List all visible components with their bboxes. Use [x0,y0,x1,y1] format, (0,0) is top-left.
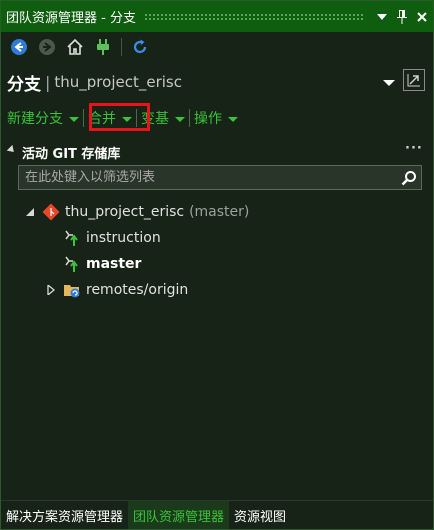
tree-repo-row[interactable]: thu_project_erisc (master) [1,200,433,224]
chevron-down-icon [383,80,395,86]
search-button[interactable] [397,166,421,189]
undock-button[interactable] [403,69,425,91]
active-repos-section-header[interactable]: 活动 GIT 存储库 ··· [1,141,433,163]
back-arrow-icon [11,39,27,55]
title-separator: | [45,72,51,92]
refresh-icon [133,39,147,54]
current-branch-label: (master) [189,204,250,220]
connect-button[interactable] [93,37,113,57]
pin-icon [397,9,407,24]
plug-icon [97,39,109,55]
home-icon [67,38,83,55]
remote-folder-icon [62,280,82,300]
refresh-button[interactable] [130,37,150,57]
repo-label: thu_project_erisc [65,204,185,220]
close-icon [417,11,427,22]
tree-branch-row[interactable]: master [1,252,433,276]
merge-highlight-box [89,103,150,131]
titlebar-grip[interactable] [143,13,365,20]
pin-button[interactable] [393,8,411,26]
undock-icon [407,74,420,87]
more-options-button[interactable]: ··· [405,141,423,156]
chevron-down-icon [69,116,79,122]
filter-input[interactable] [19,166,397,189]
close-button[interactable] [413,8,431,26]
action-separator [189,109,190,127]
search-icon [401,170,416,185]
repo-name: thu_project_erisc [54,73,182,91]
operations-label: 操作 [194,111,222,127]
navigation-toolbar [1,32,433,62]
operations-button[interactable]: 操作 [194,108,238,128]
page-header: 分支 | thu_project_erisc [1,64,433,100]
new-branch-label: 新建分支 [7,111,63,127]
collapse-triangle-icon[interactable] [6,144,17,155]
back-button[interactable] [9,37,29,57]
window-dropdown-button[interactable] [373,8,391,26]
branch-actions-bar: 新建分支 合并 变基 操作 [1,104,433,132]
forward-button[interactable] [37,37,57,57]
tab-solution-explorer[interactable]: 解决方案资源管理器 [1,501,128,529]
page-dropdown-button[interactable] [383,72,395,91]
tab-resource-view[interactable]: 资源视图 [229,501,291,529]
bottom-tab-strip: 解决方案资源管理器 团队资源管理器 资源视图 [1,500,433,529]
filter-box [18,165,422,190]
window-titlebar: 团队资源管理器 - 分支 [1,1,433,32]
forward-arrow-icon [39,39,55,55]
collapse-triangle-icon[interactable] [25,207,35,217]
remotes-label: remotes/origin [86,282,189,298]
tree-branch-row[interactable]: instruction [1,226,433,250]
tree-remotes-row[interactable]: remotes/origin [1,278,433,302]
section-title: 活动 GIT 存储库 [22,146,121,162]
action-separator [83,109,84,127]
branch-label: instruction [86,230,161,246]
chevron-down-icon [175,116,185,122]
toolbar-separator [121,38,122,56]
git-repo-icon [41,202,61,222]
tab-team-explorer[interactable]: 团队资源管理器 [128,501,230,529]
home-button[interactable] [65,37,85,57]
new-branch-button[interactable]: 新建分支 [7,108,79,128]
window-title: 团队资源管理器 - 分支 [6,11,136,26]
chevron-down-icon [377,13,387,20]
current-branch-label: master [86,256,142,272]
branch-icon [62,254,82,274]
page-title: 分支 [7,74,41,95]
chevron-down-icon [228,116,238,122]
expand-triangle-icon[interactable] [46,285,56,295]
branch-icon [62,228,82,248]
